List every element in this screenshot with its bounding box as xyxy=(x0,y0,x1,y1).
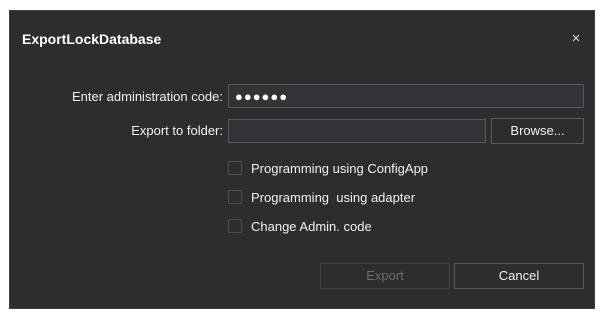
option-programming-configapp[interactable]: Programming using ConfigApp xyxy=(228,160,428,176)
admin-code-field[interactable] xyxy=(228,84,584,108)
option-programming-adapter[interactable]: Programming using adapter xyxy=(228,189,415,205)
cancel-button[interactable]: Cancel xyxy=(454,263,584,289)
close-icon[interactable]: × xyxy=(568,31,584,47)
checkbox[interactable] xyxy=(228,190,242,204)
export-button[interactable]: Export xyxy=(320,263,450,289)
export-folder-field[interactable] xyxy=(228,119,486,143)
export-folder-label: Export to folder: xyxy=(131,123,223,138)
option-label: Programming using adapter xyxy=(251,189,416,205)
option-label: Programming using ConfigApp xyxy=(251,160,429,176)
checkbox[interactable] xyxy=(228,161,242,175)
checkbox[interactable] xyxy=(228,219,242,233)
option-label: Change Admin. code xyxy=(251,218,372,234)
admin-code-label: Enter administration code: xyxy=(71,89,223,104)
dialog-title: ExportLockDatabase xyxy=(22,31,162,47)
export-lock-database-dialog: ExportLockDatabase × Enter administratio… xyxy=(9,10,595,309)
browse-button[interactable]: Browse... xyxy=(491,118,584,144)
option-change-admin-code[interactable]: Change Admin. code xyxy=(228,218,372,234)
